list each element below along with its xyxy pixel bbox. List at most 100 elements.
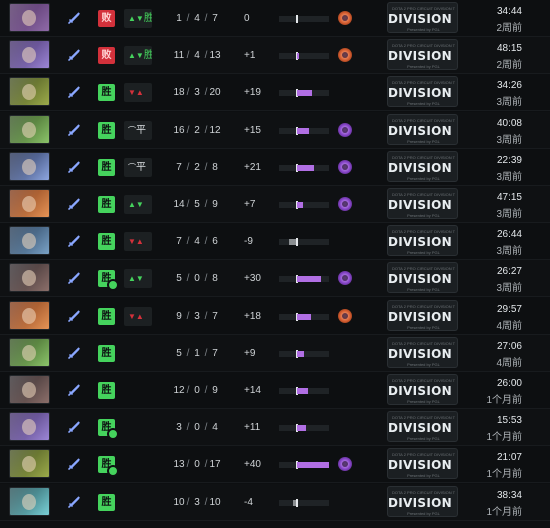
impact-bar [279,275,329,284]
match-row[interactable]: 胜 13 / 0 / 17 +40 DOTA 2 PRO CIRCUIT DIV… [0,446,550,484]
sword-icon [68,421,80,433]
league-banner[interactable]: DOTA 2 PRO CIRCUIT DIVISION TOUR DIVISIO… [387,225,458,257]
result-badge: 胜 [98,196,115,213]
match-duration: 40:08 [496,117,522,129]
portrait-gleam [10,487,49,515]
match-time-ago: 1个月前 [486,395,522,406]
league-banner[interactable]: DOTA 2 PRO CIRCUIT DIVISION TOUR DIVISIO… [387,39,458,71]
result-badge: 胜 [98,158,115,176]
league-sub-text: Presented by PGL [407,324,440,330]
match-duration: 34:26 [496,80,522,92]
match-row[interactable]: 败 ▲▼胜 1 / 4 / 7 0 DOTA 2 PRO CIRCUIT DIV… [0,0,550,37]
match-row[interactable]: 胜 5 / 1 / 7 +9 DOTA 2 PRO CIRCUIT DIVISI… [0,334,550,372]
result-label: 胜 [101,124,112,136]
league-sub-text: Presented by PGL [407,361,440,367]
league-banner[interactable]: DOTA 2 PRO CIRCUIT DIVISION TOUR DIVISIO… [387,150,458,182]
league-small-text: DOTA 2 PRO CIRCUIT DIVISION TOUR [392,415,455,421]
hero-portrait[interactable] [9,449,50,479]
impact-bar-fill [297,90,313,97]
match-row[interactable]: 胜 ▼▲ 18 / 3 / 20 +19 DOTA 2 PRO CIRCUIT … [0,74,550,112]
match-duration: 22:39 [496,154,522,166]
league-small-text: DOTA 2 PRO CIRCUIT DIVISION TOUR [392,489,455,495]
party-trend-icon: ▼▲ [128,311,144,321]
hero-portrait[interactable] [9,263,50,293]
league-name: DIVISION I [388,86,458,101]
league-banner[interactable]: DOTA 2 PRO CIRCUIT DIVISION TOUR DIVISIO… [387,448,458,480]
sword-icon [68,161,80,173]
match-time-ago: 3周前 [496,209,522,220]
impact-value: +19 [244,87,261,99]
match-row[interactable]: 胜 ⌒平 7 / 2 / 8 +21 DOTA 2 PRO CIRCUIT DI… [0,149,550,186]
league-banner[interactable]: DOTA 2 PRO CIRCUIT DIVISION TOUR DIVISIO… [387,76,458,108]
hero-portrait[interactable] [9,3,50,32]
impact-value: +11 [244,422,261,434]
impact-value: +7 [244,199,256,210]
impact-bar [279,201,329,209]
impact-value: -9 [244,236,253,248]
match-row[interactable]: 胜 ▲▼ 5 / 0 / 8 +30 DOTA 2 PRO CIRCUIT DI… [0,260,550,298]
league-sub-text: Presented by PGL [407,287,440,293]
league-banner[interactable]: DOTA 2 PRO CIRCUIT DIVISION TOUR DIVISIO… [387,262,458,294]
sword-icon [68,384,80,396]
hero-portrait[interactable] [9,114,50,144]
league-sub-text: Presented by PGL [407,510,440,516]
hero-portrait[interactable] [9,226,50,256]
sword-icon [68,124,80,136]
hero-portrait[interactable] [9,337,50,367]
impact-bar-zero [296,238,298,247]
league-banner[interactable]: DOTA 2 PRO CIRCUIT DIVISION TOUR DIVISIO… [387,2,458,33]
league-sub-text: Presented by PGL [407,64,440,70]
result-badge: 胜 [98,233,115,251]
assists: 13 [209,50,221,62]
impact-value: +21 [244,161,261,173]
sword-icon [68,310,80,322]
hero-portrait[interactable] [9,151,50,181]
sword-icon [68,198,80,210]
match-row[interactable]: 胜 12 / 0 / 9 +14 DOTA 2 PRO CIRCUIT DIVI… [0,372,550,409]
hero-portrait[interactable] [9,189,50,218]
impact-bar-zero [296,15,298,23]
match-row[interactable]: 胜 ▲▼ 14 / 5 / 9 +7 DOTA 2 PRO CIRCUIT DI… [0,186,550,223]
impact-bar-fill [288,239,296,246]
impact-bar [279,126,329,135]
result-badge: 胜 [98,307,115,325]
hero-portrait[interactable] [9,77,50,107]
match-row[interactable]: 胜 ▼▲ 9 / 3 / 7 +18 DOTA 2 PRO CIRCUIT DI… [0,298,550,335]
portrait-gleam [10,152,49,180]
assists: 7 [212,347,218,359]
match-row[interactable]: 败 ▲▼胜 11 / 4 / 13 +1 DOTA 2 PRO CIRCUIT … [0,37,550,75]
league-small-text: DOTA 2 PRO CIRCUIT DIVISION TOUR [392,6,455,11]
sword-icon [68,496,80,508]
league-banner[interactable]: DOTA 2 PRO CIRCUIT DIVISION TOUR DIVISIO… [387,299,458,331]
kda: 9 / 3 / 7 [170,298,234,335]
hero-portrait[interactable] [9,300,50,330]
party-trend-icon: ▲▼ [128,274,144,284]
league-banner[interactable]: DOTA 2 PRO CIRCUIT DIVISION TOUR DIVISIO… [387,411,458,443]
match-row[interactable]: 胜 3 / 0 / 4 +11 DOTA 2 PRO CIRCUIT DIVIS… [0,409,550,447]
league-banner[interactable]: DOTA 2 PRO CIRCUIT DIVISION TOUR DIVISIO… [387,374,458,405]
party-result-label: 胜 [143,50,152,62]
sword-icon [68,86,80,99]
match-row[interactable]: 胜 ▼▲ 7 / 4 / 6 -9 DOTA 2 PRO CIRCUIT DIV… [0,223,550,261]
league-small-text: DOTA 2 PRO CIRCUIT DIVISION TOUR [392,192,455,197]
league-banner[interactable]: DOTA 2 PRO CIRCUIT DIVISION TOUR DIVISIO… [387,113,458,145]
league-banner[interactable]: DOTA 2 PRO CIRCUIT DIVISION TOUR DIVISIO… [387,485,458,517]
assists: 7 [212,13,218,24]
league-small-text: DOTA 2 PRO CIRCUIT DIVISION TOUR [392,452,455,458]
league-small-text: DOTA 2 PRO CIRCUIT DIVISION TOUR [392,80,455,86]
impact-bar [279,163,329,172]
match-time-ago: 1个月前 [486,506,522,518]
match-time-ago: 3周前 [496,246,522,258]
hero-portrait[interactable] [9,40,50,70]
party-result: ▼▲ [124,306,152,326]
portrait-gleam [10,301,49,329]
party-result: ▼▲ [124,232,152,252]
match-row[interactable]: 胜 ⌒平 16 / 2 / 12 +15 DOTA 2 PRO CIRCUIT … [0,111,550,149]
match-row[interactable]: 胜 10 / 3 / 10 -4 DOTA 2 PRO CIRCUIT DIVI… [0,483,550,521]
result-label: 胜 [101,236,112,248]
hero-portrait[interactable] [9,486,50,516]
hero-portrait[interactable] [9,412,50,442]
league-banner[interactable]: DOTA 2 PRO CIRCUIT DIVISION TOUR DIVISIO… [387,188,458,219]
league-banner[interactable]: DOTA 2 PRO CIRCUIT DIVISION TOUR DIVISIO… [387,336,458,368]
hero-portrait[interactable] [9,375,50,404]
